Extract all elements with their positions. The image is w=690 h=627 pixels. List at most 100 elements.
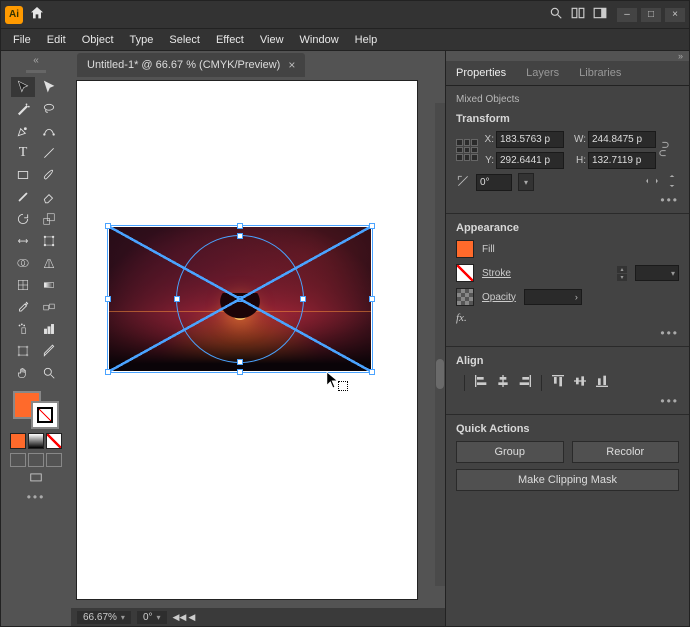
artboard-nav[interactable]: ◀◀◀ <box>173 612 196 623</box>
document-tab[interactable]: Untitled-1* @ 66.67 % (CMYK/Preview) × <box>77 53 305 77</box>
ellipse-handle-l[interactable] <box>174 296 180 302</box>
shape-builder-tool[interactable] <box>11 253 35 273</box>
lasso-tool[interactable] <box>37 99 61 119</box>
edit-toolbar-button[interactable]: ••• <box>27 490 46 504</box>
align-vcenter-icon[interactable] <box>572 373 588 392</box>
direct-selection-tool[interactable] <box>37 77 61 97</box>
hand-tool[interactable] <box>11 363 35 383</box>
vertical-scrollbar[interactable] <box>435 103 445 586</box>
rotate-tool[interactable] <box>11 209 35 229</box>
graph-tool[interactable] <box>37 319 61 339</box>
tab-layers[interactable]: Layers <box>516 61 569 85</box>
y-input[interactable] <box>496 152 564 169</box>
opacity-field[interactable]: › <box>524 289 582 305</box>
eraser-tool[interactable] <box>37 187 61 207</box>
home-icon[interactable] <box>29 5 45 24</box>
screen-mode-button[interactable] <box>28 471 44 488</box>
stroke-weight-dropdown[interactable]: ▾ <box>635 265 679 281</box>
align-right-icon[interactable] <box>517 373 533 392</box>
fx-button[interactable]: fx. <box>456 312 679 324</box>
menu-edit[interactable]: Edit <box>41 32 72 48</box>
tab-close-icon[interactable]: × <box>288 58 295 72</box>
align-hcenter-icon[interactable] <box>495 373 511 392</box>
blend-tool[interactable] <box>37 297 61 317</box>
align-bottom-icon[interactable] <box>594 373 610 392</box>
ellipse-handle-r[interactable] <box>300 296 306 302</box>
opacity-label[interactable]: Opacity <box>482 292 516 303</box>
recolor-button[interactable]: Recolor <box>572 441 680 463</box>
ellipse-handle-t[interactable] <box>237 233 243 239</box>
pen-tool[interactable] <box>11 121 35 141</box>
free-transform-tool[interactable] <box>37 231 61 251</box>
align-top-icon[interactable] <box>550 373 566 392</box>
color-mode-button[interactable] <box>10 433 26 449</box>
rectangle-tool[interactable] <box>11 165 35 185</box>
flip-horizontal-icon[interactable] <box>645 174 659 191</box>
scroll-thumb[interactable] <box>436 359 444 389</box>
menu-file[interactable]: File <box>7 32 37 48</box>
draw-inside-button[interactable] <box>46 453 62 467</box>
opacity-swatch[interactable] <box>456 288 474 306</box>
h-input[interactable] <box>588 152 656 169</box>
stroke-label[interactable]: Stroke <box>482 268 511 279</box>
rotate-input[interactable] <box>476 174 512 191</box>
zoom-field[interactable]: 66.67% <box>77 611 131 624</box>
menu-select[interactable]: Select <box>163 32 206 48</box>
align-more-icon[interactable]: ••• <box>456 394 679 408</box>
link-wh-icon[interactable] <box>658 139 674 162</box>
curvature-tool[interactable] <box>37 121 61 141</box>
scale-tool[interactable] <box>37 209 61 229</box>
stroke-weight-stepper[interactable]: ▴▾ <box>617 266 627 281</box>
panel-collapse-icon[interactable]: » <box>446 51 689 61</box>
perspective-tool[interactable] <box>37 253 61 273</box>
group-button[interactable]: Group <box>456 441 564 463</box>
none-mode-button[interactable] <box>46 433 62 449</box>
paintbrush-tool[interactable] <box>37 165 61 185</box>
symbol-sprayer-tool[interactable] <box>11 319 35 339</box>
rotation-field[interactable]: 0° <box>137 611 167 624</box>
reference-point[interactable] <box>456 139 478 161</box>
zoom-tool[interactable] <box>37 363 61 383</box>
workspace-icon[interactable] <box>593 6 607 23</box>
width-tool[interactable] <box>11 231 35 251</box>
toolbar-grip[interactable] <box>21 68 51 74</box>
tab-libraries[interactable]: Libraries <box>569 61 631 85</box>
draw-normal-button[interactable] <box>10 453 26 467</box>
stroke-swatch-panel[interactable] <box>456 264 474 282</box>
selection-tool[interactable] <box>11 77 35 97</box>
line-tool[interactable] <box>37 143 61 163</box>
menu-effect[interactable]: Effect <box>210 32 250 48</box>
transform-more-icon[interactable]: ••• <box>456 193 679 207</box>
w-input[interactable] <box>588 131 656 148</box>
magic-wand-tool[interactable] <box>11 99 35 119</box>
search-icon[interactable] <box>549 6 563 23</box>
canvas[interactable] <box>71 77 445 608</box>
align-left-icon[interactable] <box>473 373 489 392</box>
stroke-swatch[interactable] <box>31 401 59 429</box>
menu-view[interactable]: View <box>254 32 290 48</box>
make-clipping-mask-button[interactable]: Make Clipping Mask <box>456 469 679 491</box>
menu-help[interactable]: Help <box>349 32 384 48</box>
mesh-tool[interactable] <box>11 275 35 295</box>
ellipse-handle-b[interactable] <box>237 359 243 365</box>
menu-type[interactable]: Type <box>124 32 160 48</box>
maximize-button[interactable]: □ <box>641 8 661 22</box>
minimize-button[interactable]: – <box>617 8 637 22</box>
fill-swatch-panel[interactable] <box>456 240 474 258</box>
gradient-mode-button[interactable] <box>28 433 44 449</box>
x-input[interactable] <box>496 131 564 148</box>
gradient-tool[interactable] <box>37 275 61 295</box>
selected-objects[interactable] <box>109 227 371 371</box>
type-tool[interactable]: T <box>11 143 35 163</box>
toolbar-expand-icon[interactable]: « <box>33 55 39 66</box>
close-button[interactable]: × <box>665 8 685 22</box>
menu-window[interactable]: Window <box>294 32 345 48</box>
rotate-dropdown[interactable]: ▾ <box>518 173 534 191</box>
artboard-tool[interactable] <box>11 341 35 361</box>
menu-object[interactable]: Object <box>76 32 120 48</box>
draw-behind-button[interactable] <box>28 453 44 467</box>
arrange-docs-icon[interactable] <box>571 6 585 23</box>
flip-vertical-icon[interactable] <box>665 174 679 191</box>
eyedropper-tool[interactable] <box>11 297 35 317</box>
tab-properties[interactable]: Properties <box>446 61 516 85</box>
